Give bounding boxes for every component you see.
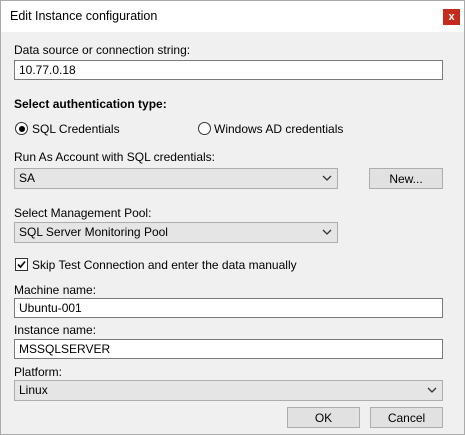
instance-name-label: Instance name: xyxy=(14,323,97,337)
chevron-down-icon xyxy=(322,229,332,235)
skip-test-label[interactable]: Skip Test Connection and enter the data … xyxy=(32,258,297,272)
checkmark-icon xyxy=(17,260,26,269)
platform-label: Platform: xyxy=(14,365,63,379)
platform-selected-value: Linux xyxy=(19,383,48,397)
sql-credentials-radio[interactable] xyxy=(15,122,28,135)
instance-name-input[interactable]: MSSQLSERVER xyxy=(14,339,443,359)
platform-select[interactable]: Linux xyxy=(14,380,443,401)
management-pool-label: Select Management Pool: xyxy=(14,206,152,220)
windows-ad-radio[interactable] xyxy=(198,122,211,135)
auth-type-heading: Select authentication type: xyxy=(14,97,167,111)
close-icon: x xyxy=(448,10,455,23)
run-as-label: Run As Account with SQL credentials: xyxy=(14,150,215,164)
management-pool-select[interactable]: SQL Server Monitoring Pool xyxy=(14,222,338,243)
machine-name-label: Machine name: xyxy=(14,283,97,297)
windows-ad-label[interactable]: Windows AD credentials xyxy=(214,122,343,136)
edit-instance-dialog: Edit Instance configuration x Data sourc… xyxy=(0,0,465,435)
chevron-down-icon xyxy=(322,175,332,181)
dialog-title: Edit Instance configuration xyxy=(10,9,158,23)
sql-credentials-label[interactable]: SQL Credentials xyxy=(32,122,120,136)
run-as-selected-value: SA xyxy=(19,171,36,185)
ok-button[interactable]: OK xyxy=(287,407,360,428)
data-source-input[interactable]: 10.77.0.18 xyxy=(14,60,443,80)
skip-test-checkbox[interactable] xyxy=(15,258,28,271)
title-bar[interactable]: Edit Instance configuration x xyxy=(1,1,464,32)
run-as-select[interactable]: SA xyxy=(14,168,338,189)
data-source-label: Data source or connection string: xyxy=(14,43,191,57)
new-account-button[interactable]: New... xyxy=(369,168,443,189)
cancel-button[interactable]: Cancel xyxy=(370,407,443,428)
chevron-down-icon xyxy=(427,387,437,393)
machine-name-input[interactable]: Ubuntu-001 xyxy=(14,298,443,318)
management-pool-selected-value: SQL Server Monitoring Pool xyxy=(19,225,168,239)
close-button[interactable]: x xyxy=(443,9,460,25)
